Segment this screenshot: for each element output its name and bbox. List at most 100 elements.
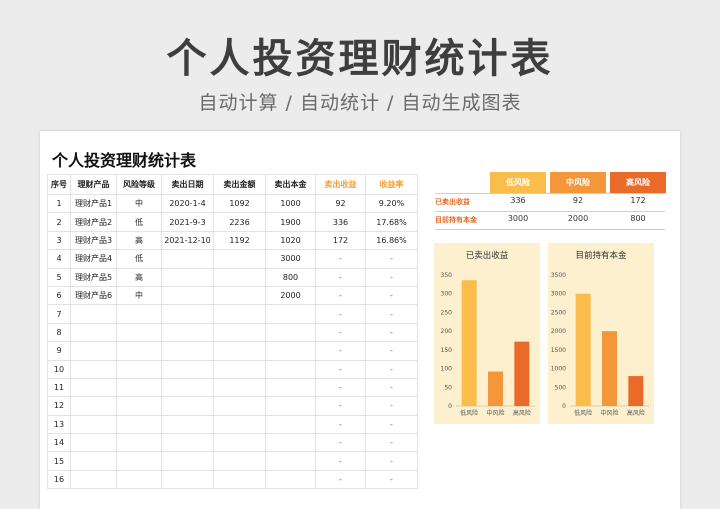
- cell-return-rate[interactable]: -: [365, 451, 418, 471]
- cell-sell-amount[interactable]: [213, 469, 266, 490]
- cell-sell-profit[interactable]: -: [315, 341, 366, 361]
- cell-product[interactable]: [70, 377, 117, 398]
- cell-product[interactable]: 理财产品3: [70, 230, 117, 251]
- cell-return-rate[interactable]: -: [365, 267, 418, 287]
- cell-sell-date[interactable]: [161, 249, 214, 269]
- cell-return-rate[interactable]: -: [365, 433, 418, 453]
- summary-value[interactable]: 172: [610, 196, 666, 205]
- cell-sell-principal[interactable]: [265, 377, 316, 398]
- cell-sell-profit[interactable]: 172: [315, 230, 366, 251]
- cell-sell-profit[interactable]: -: [315, 414, 366, 435]
- bar-中风险[interactable]: [602, 331, 617, 406]
- bar-高风险[interactable]: [514, 341, 530, 406]
- cell-product[interactable]: [70, 414, 117, 435]
- cell-sell-amount[interactable]: [213, 414, 266, 435]
- cell-sell-amount[interactable]: [213, 285, 266, 306]
- cell-return-rate[interactable]: -: [365, 377, 418, 398]
- cell-sell-principal[interactable]: [265, 469, 316, 490]
- cell-sell-principal[interactable]: [265, 414, 316, 435]
- cell-sell-amount[interactable]: 1192: [213, 230, 266, 251]
- cell-sell-profit[interactable]: -: [315, 433, 366, 453]
- cell-sell-date[interactable]: [161, 469, 214, 490]
- cell-sell-date[interactable]: [161, 322, 214, 343]
- cell-product[interactable]: 理财产品1: [70, 193, 117, 214]
- cell-index[interactable]: 4: [47, 249, 71, 269]
- cell-sell-principal[interactable]: 1000: [265, 193, 316, 214]
- cell-product[interactable]: [70, 451, 117, 471]
- cell-index[interactable]: 14: [47, 433, 71, 453]
- cell-return-rate[interactable]: -: [365, 414, 418, 435]
- cell-sell-date[interactable]: [161, 414, 214, 435]
- cell-sell-profit[interactable]: -: [315, 249, 366, 269]
- bar-低风险[interactable]: [575, 293, 591, 406]
- cell-return-rate[interactable]: 17.68%: [365, 212, 418, 232]
- cell-sell-principal[interactable]: [265, 322, 316, 343]
- cell-index[interactable]: 6: [47, 285, 71, 306]
- summary-value[interactable]: 92: [550, 196, 606, 205]
- cell-risk[interactable]: [116, 414, 162, 435]
- cell-return-rate[interactable]: -: [365, 304, 418, 324]
- cell-sell-date[interactable]: [161, 341, 214, 361]
- cell-index[interactable]: 5: [47, 267, 71, 287]
- cell-product[interactable]: [70, 322, 117, 343]
- cell-risk[interactable]: [116, 322, 162, 343]
- cell-sell-profit[interactable]: -: [315, 377, 366, 398]
- cell-product[interactable]: 理财产品4: [70, 249, 117, 269]
- cell-risk[interactable]: [116, 359, 162, 379]
- cell-sell-profit[interactable]: -: [315, 267, 366, 287]
- cell-sell-date[interactable]: [161, 267, 214, 287]
- cell-return-rate[interactable]: -: [365, 322, 418, 343]
- cell-risk[interactable]: [116, 304, 162, 324]
- cell-risk[interactable]: [116, 451, 162, 471]
- cell-sell-date[interactable]: [161, 377, 214, 398]
- cell-sell-date[interactable]: 2021-9-3: [161, 212, 214, 232]
- cell-sell-amount[interactable]: [213, 396, 266, 416]
- cell-sell-profit[interactable]: -: [315, 304, 366, 324]
- cell-return-rate[interactable]: 16.86%: [365, 230, 418, 251]
- cell-return-rate[interactable]: -: [365, 469, 418, 490]
- cell-index[interactable]: 11: [47, 377, 71, 398]
- cell-sell-amount[interactable]: 1092: [213, 193, 266, 214]
- cell-product[interactable]: [70, 433, 117, 453]
- cell-sell-amount[interactable]: [213, 433, 266, 453]
- cell-sell-date[interactable]: [161, 304, 214, 324]
- cell-sell-principal[interactable]: 2000: [265, 285, 316, 306]
- cell-product[interactable]: [70, 359, 117, 379]
- cell-product[interactable]: [70, 396, 117, 416]
- cell-sell-date[interactable]: [161, 451, 214, 471]
- summary-value[interactable]: 336: [490, 196, 546, 205]
- cell-product[interactable]: 理财产品5: [70, 267, 117, 287]
- cell-index[interactable]: 16: [47, 469, 71, 490]
- cell-sell-principal[interactable]: [265, 341, 316, 361]
- cell-sell-principal[interactable]: [265, 396, 316, 416]
- cell-index[interactable]: 9: [47, 341, 71, 361]
- cell-sell-profit[interactable]: -: [315, 359, 366, 379]
- cell-index[interactable]: 12: [47, 396, 71, 416]
- cell-sell-profit[interactable]: -: [315, 451, 366, 471]
- cell-risk[interactable]: [116, 469, 162, 490]
- cell-risk[interactable]: 低: [116, 212, 162, 232]
- cell-index[interactable]: 13: [47, 414, 71, 435]
- cell-sell-amount[interactable]: [213, 304, 266, 324]
- cell-risk[interactable]: [116, 396, 162, 416]
- cell-sell-date[interactable]: [161, 359, 214, 379]
- cell-sell-amount[interactable]: [213, 451, 266, 471]
- bar-高风险[interactable]: [628, 376, 644, 406]
- cell-sell-amount[interactable]: [213, 322, 266, 343]
- cell-risk[interactable]: 中: [116, 285, 162, 306]
- cell-sell-profit[interactable]: -: [315, 285, 366, 306]
- cell-index[interactable]: 3: [47, 230, 71, 251]
- cell-return-rate[interactable]: -: [365, 396, 418, 416]
- cell-product[interactable]: [70, 469, 117, 490]
- cell-sell-principal[interactable]: 3000: [265, 249, 316, 269]
- cell-index[interactable]: 7: [47, 304, 71, 324]
- cell-return-rate[interactable]: -: [365, 341, 418, 361]
- cell-sell-amount[interactable]: [213, 341, 266, 361]
- cell-sell-principal[interactable]: 800: [265, 267, 316, 287]
- cell-risk[interactable]: [116, 341, 162, 361]
- cell-product[interactable]: 理财产品6: [70, 285, 117, 306]
- cell-sell-principal[interactable]: [265, 433, 316, 453]
- summary-value[interactable]: 2000: [550, 214, 606, 223]
- cell-return-rate[interactable]: -: [365, 249, 418, 269]
- cell-sell-principal[interactable]: [265, 304, 316, 324]
